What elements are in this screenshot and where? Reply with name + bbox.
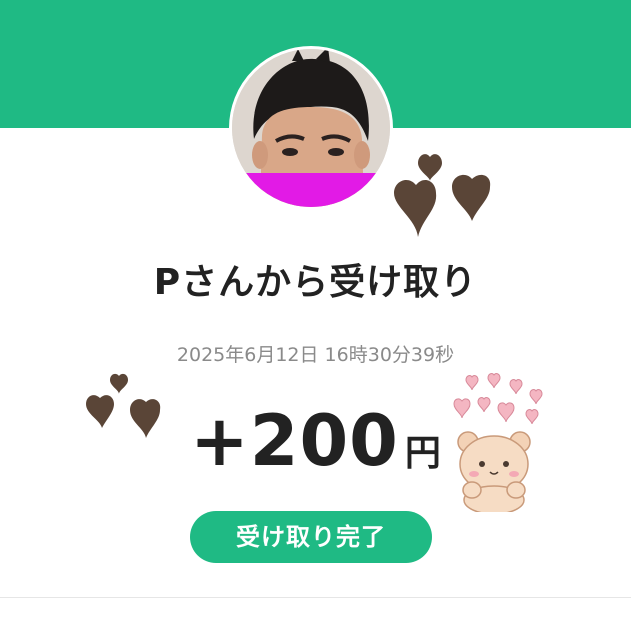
avatar-photo <box>232 49 390 207</box>
divider <box>0 597 631 598</box>
amount: +200 円 <box>0 400 631 482</box>
avatar <box>229 46 393 210</box>
amount-value: +200 <box>190 400 399 482</box>
status-badge: 受け取り完了 <box>190 511 432 563</box>
transaction-title: Pさんから受け取り <box>153 262 478 303</box>
transaction-datetime: 2025年6月12日 16時30分39秒 <box>176 344 455 366</box>
heart-sticker <box>394 154 491 237</box>
currency-unit: 円 <box>404 433 441 474</box>
